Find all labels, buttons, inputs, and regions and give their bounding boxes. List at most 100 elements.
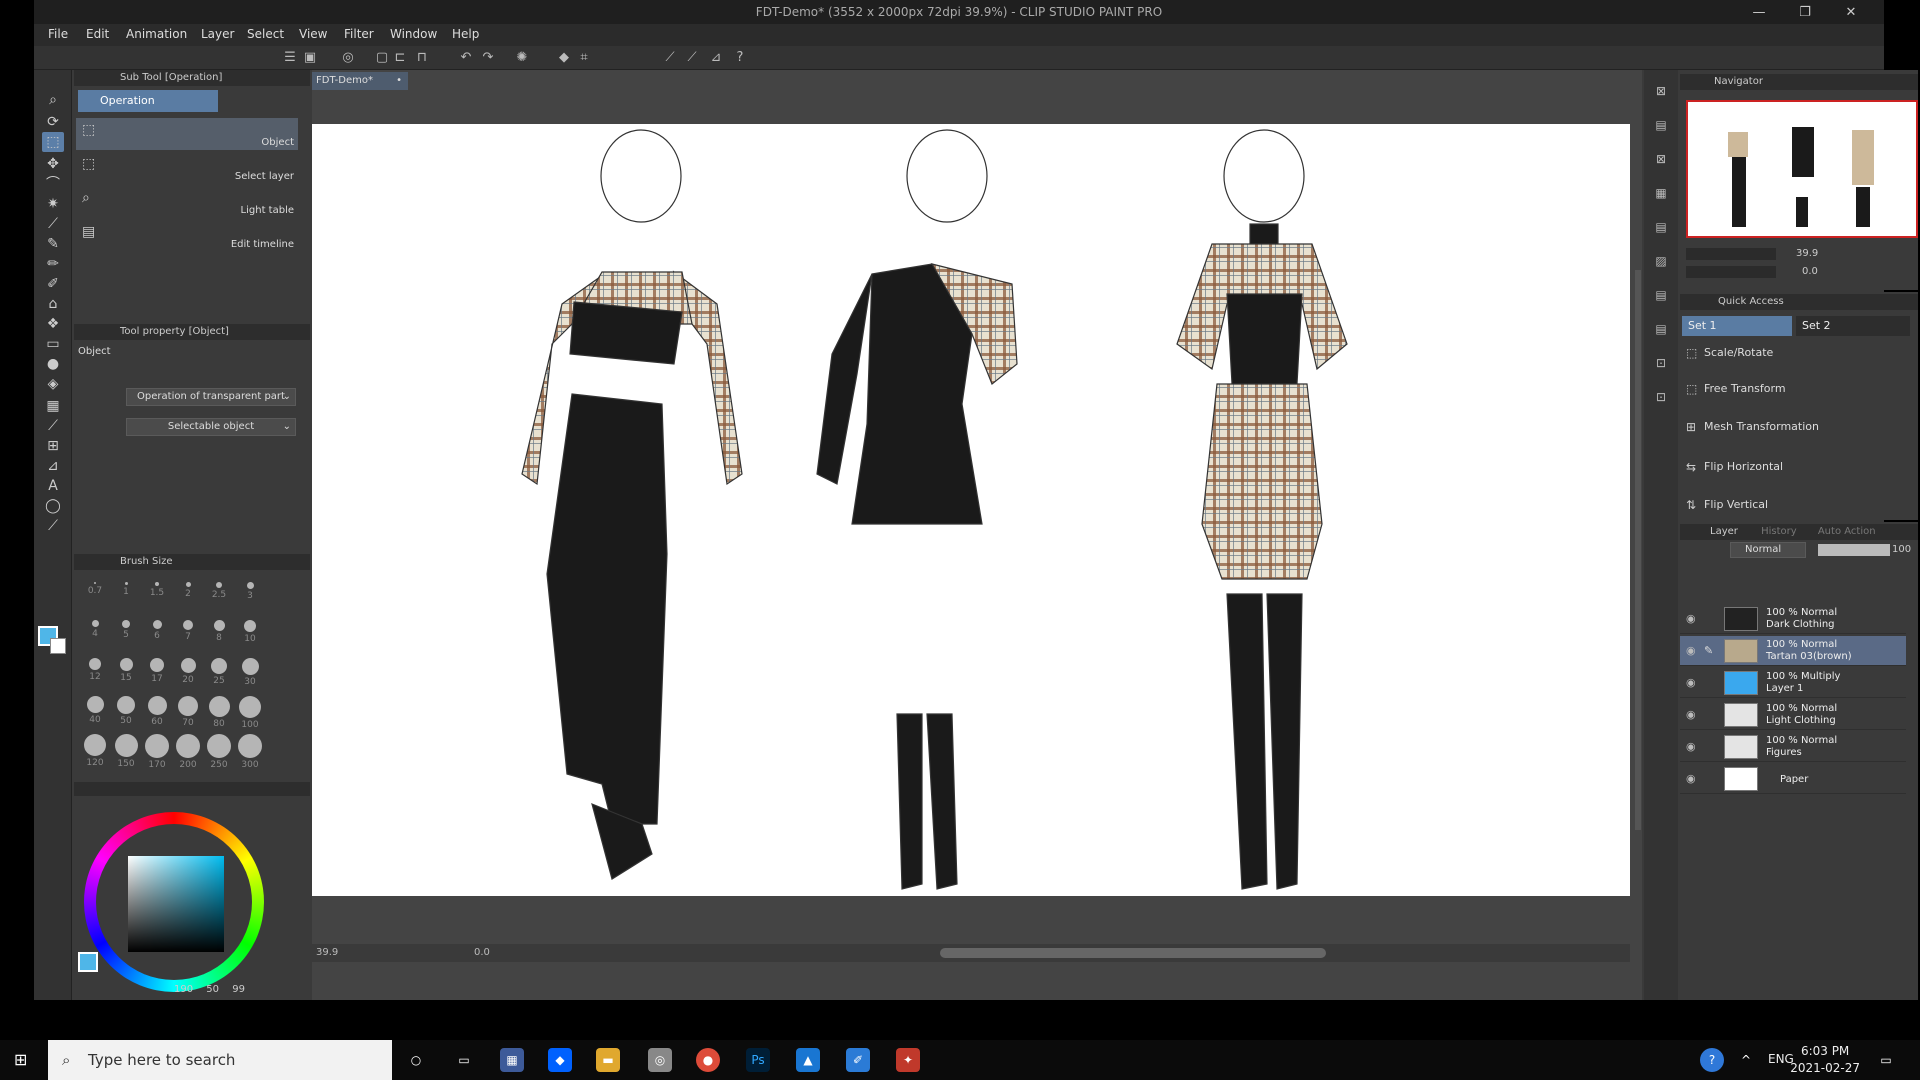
transparent-part-dropdown[interactable]: Operation of transparent part ⌄ <box>126 388 296 406</box>
menu-help[interactable]: Help <box>452 27 479 41</box>
qa-mesh-transformation[interactable]: ⊞ Mesh Transformation <box>1682 412 1900 442</box>
qa-flip-horizontal[interactable]: ⇆ Flip Horizontal <box>1682 452 1900 482</box>
task-view-icon[interactable]: ▭ <box>452 1048 476 1072</box>
menu-window[interactable]: Window <box>390 27 437 41</box>
layer-search-icon[interactable]: ▨ <box>1652 252 1670 270</box>
brush-size-preset[interactable]: 0.7 <box>80 576 110 612</box>
store-icon[interactable]: ▦ <box>500 1048 524 1072</box>
brush-size-preset[interactable]: 7 <box>173 614 203 650</box>
tab-layer[interactable]: Layer <box>1710 526 1738 537</box>
menu-animation[interactable]: Animation <box>126 27 187 41</box>
clip-studio-paint-icon[interactable]: ✐ <box>846 1048 870 1072</box>
brush-size-preset[interactable]: 40 <box>80 690 110 726</box>
file-explorer-icon[interactable]: ▬ <box>596 1048 620 1072</box>
brush-size-preset[interactable]: 2 <box>173 576 203 612</box>
special-ruler-icon[interactable]: ⟋ <box>684 50 700 66</box>
history-icon[interactable]: ⊡ <box>1652 354 1670 372</box>
tab-set-1[interactable]: Set 1 <box>1682 316 1792 336</box>
pen-tool-icon[interactable]: ✎ <box>42 234 64 254</box>
text-tool-icon[interactable]: A <box>42 476 64 496</box>
brush-size-preset[interactable]: 70 <box>173 690 203 728</box>
taskbar-clock[interactable]: 6:03 PM 2021-02-27 <box>1790 1043 1860 1077</box>
menu-layer[interactable]: Layer <box>201 27 234 41</box>
eye-icon[interactable]: ◉ <box>1686 644 1696 657</box>
lasso-tool-icon[interactable]: ⌒ <box>42 174 64 194</box>
sub-tool-object[interactable]: ⬚ Object <box>76 118 298 150</box>
tab-set-2[interactable]: Set 2 <box>1796 316 1910 336</box>
blend-mode-dropdown[interactable]: Normal <box>1730 542 1806 558</box>
menu-edit[interactable]: Edit <box>86 27 109 41</box>
menu-filter[interactable]: Filter <box>344 27 374 41</box>
menu-view[interactable]: View <box>299 27 327 41</box>
crop-icon[interactable]: ⌗ <box>576 50 592 66</box>
eye-icon[interactable]: ◉ <box>1686 676 1696 689</box>
brush-size-preset[interactable]: 4 <box>80 614 110 650</box>
eye-icon[interactable]: ◉ <box>1686 740 1696 753</box>
rotate-tool-icon[interactable]: ⟳ <box>42 112 64 132</box>
pencil-tool-icon[interactable]: ✏ <box>42 254 64 274</box>
move-tool-icon[interactable]: ✥ <box>42 154 64 174</box>
brush-size-preset[interactable]: 1 <box>111 576 141 612</box>
qa-scale-rotate[interactable]: ⬚ Scale/Rotate <box>1682 338 1900 368</box>
fill-icon[interactable]: ◆ <box>556 50 572 66</box>
close-button[interactable]: ✕ <box>1828 0 1874 26</box>
menu-icon[interactable]: ☰ <box>282 50 298 66</box>
brush-size-preset[interactable]: 6 <box>142 614 172 650</box>
zoom-tool-icon[interactable]: ⌕ <box>42 90 64 110</box>
brush-size-preset[interactable]: 80 <box>204 690 234 729</box>
brush-size-preset[interactable]: 1.5 <box>142 576 172 612</box>
restore-button[interactable]: ❐ <box>1782 0 1828 26</box>
close-panel-icon[interactable]: ⊠ <box>1652 150 1670 168</box>
layer-row[interactable]: ◉ 100 % Normal Light Clothing <box>1680 700 1906 730</box>
save-icon[interactable]: ⊓ <box>414 50 430 66</box>
brush-size-preset[interactable]: 5 <box>111 614 141 650</box>
sub-tool-group-tab[interactable]: Operation <box>78 90 218 112</box>
selectable-object-dropdown[interactable]: Selectable object ⌄ <box>126 418 296 436</box>
brush-size-preset[interactable]: 10 <box>235 614 265 650</box>
gradient-tool-icon[interactable]: ▦ <box>42 396 64 416</box>
notification-icon[interactable]: ▭ <box>1874 1048 1898 1072</box>
layer-row[interactable]: ◉ 100 % Normal Dark Clothing <box>1680 604 1906 634</box>
vertical-scrollbar[interactable] <box>1635 270 1641 830</box>
animation-cels-icon[interactable]: ▤ <box>1652 286 1670 304</box>
material-icon[interactable]: ▤ <box>1652 116 1670 134</box>
operation-tool-icon[interactable]: ⬚ <box>42 132 64 152</box>
chevron-up-icon[interactable]: ^ <box>1734 1048 1758 1072</box>
layer-row[interactable]: ◉ Paper <box>1680 764 1906 794</box>
taskbar-search-box[interactable]: ⌕ Type here to search <box>48 1040 392 1080</box>
redo-icon[interactable]: ↷ <box>480 50 496 66</box>
correct-line-tool-icon[interactable]: ⟋ <box>42 516 64 536</box>
figure-tool-icon[interactable]: ⟋ <box>42 416 64 436</box>
loading-icon[interactable]: ✺ <box>514 50 530 66</box>
sub-tool-light-table[interactable]: ⌕ Light table <box>76 186 298 218</box>
brush-size-preset[interactable]: 120 <box>80 728 110 768</box>
auto-action-icon[interactable]: ⊡ <box>1652 388 1670 406</box>
sub-color-swatch[interactable] <box>50 638 66 654</box>
brush-size-preset[interactable]: 200 <box>173 728 203 770</box>
sub-tool-select-layer[interactable]: ⬚ Select layer <box>76 152 298 184</box>
navigator-thumbnail[interactable] <box>1686 100 1918 238</box>
opacity-slider[interactable] <box>1818 544 1890 556</box>
eye-icon[interactable]: ◉ <box>1686 772 1696 785</box>
brush-size-preset[interactable]: 17 <box>142 652 172 688</box>
brush-size-preset[interactable]: 150 <box>111 728 141 769</box>
ruler-snap-icon[interactable]: ⟋ <box>662 50 678 66</box>
eraser-tool-icon[interactable]: ▭ <box>42 334 64 354</box>
rotation-readout[interactable]: 0.0 <box>474 947 490 958</box>
frame-tool-icon[interactable]: ⊞ <box>42 436 64 456</box>
sub-tool-edit-timeline[interactable]: ▤ Edit timeline <box>76 220 298 252</box>
help-circle-icon[interactable]: ? <box>1700 1048 1724 1072</box>
hue-ring[interactable] <box>84 812 264 992</box>
qa-flip-vertical[interactable]: ⇅ Flip Vertical <box>1682 490 1900 520</box>
minimize-button[interactable]: — <box>1736 0 1782 26</box>
clip-studio-icon[interactable]: ◎ <box>340 50 356 66</box>
saturation-value-square[interactable] <box>128 856 224 952</box>
brush-size-preset[interactable]: 50 <box>111 690 141 726</box>
panel-toggle-icon[interactable]: ⊠ <box>1652 82 1670 100</box>
brush-tool-icon[interactable]: ✐ <box>42 274 64 294</box>
layer-panel-icon[interactable]: ▣ <box>302 50 318 66</box>
close-tab-icon[interactable]: • <box>396 72 402 90</box>
canvas-paper[interactable] <box>312 124 1630 896</box>
brush-size-preset[interactable]: 100 <box>235 690 265 730</box>
brush-size-preset[interactable]: 60 <box>142 690 172 727</box>
